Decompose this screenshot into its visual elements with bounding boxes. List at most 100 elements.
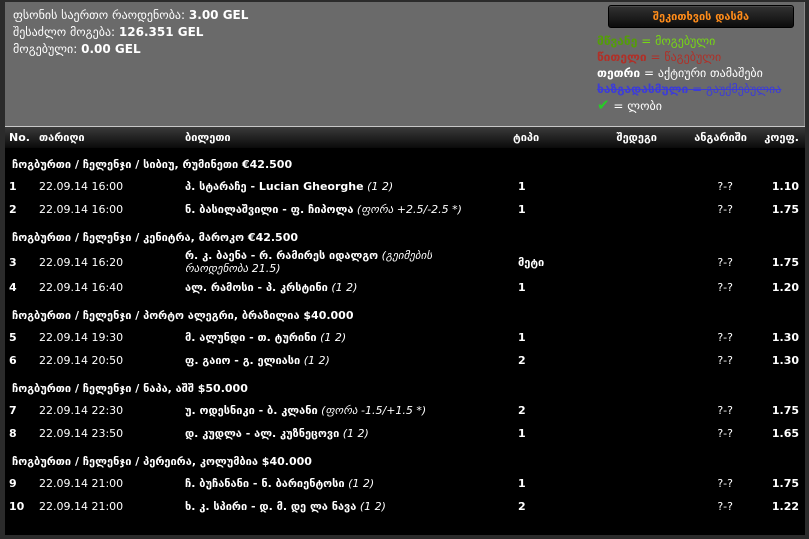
ticket-match: რ. კ. ბაენა - რ. რამირეს იდალგო bbox=[185, 249, 379, 262]
table-row: 9 22.09.14 21:00 ჩ. ბუჩანანი - ნ. ბარიენ… bbox=[5, 472, 805, 495]
ticket-match: ნ. ბასილაშვილი - ფ. ჩიპოლა bbox=[185, 203, 354, 216]
equals-sign: = bbox=[692, 82, 703, 96]
row-number: 8 bbox=[9, 427, 17, 440]
row-type: 1 bbox=[518, 427, 526, 440]
ticket-match: მ. ალუნდი - თ. ტურინი bbox=[185, 331, 317, 344]
ticket-bet: (1 2) bbox=[342, 427, 369, 440]
table-row: 1 22.09.14 16:00 პ. სტარაჩე - Lucian Ghe… bbox=[5, 175, 805, 198]
row-score: ?-? bbox=[717, 427, 733, 440]
header-no: No. bbox=[9, 131, 30, 144]
won-value: 0.00 GEL bbox=[81, 42, 141, 56]
row-coef: 1.20 bbox=[771, 281, 799, 294]
table-row: 10 22.09.14 21:00 ხ. კ. სპირი - დ. მ. დე… bbox=[5, 495, 805, 518]
row-number: 1 bbox=[9, 180, 17, 193]
row-score: ?-? bbox=[717, 255, 733, 269]
ticket-bet: (1 2) bbox=[348, 477, 375, 490]
legend-lost: წითელი = წაგებული bbox=[597, 50, 722, 64]
row-coef: 1.75 bbox=[771, 255, 799, 269]
row-type: 1 bbox=[518, 180, 526, 193]
row-ticket: რ. კ. ბაენა - რ. რამირეს იდალგო (გეიმები… bbox=[185, 249, 505, 275]
row-number: 2 bbox=[9, 203, 17, 216]
row-type: 2 bbox=[518, 354, 526, 367]
row-ticket: ნ. ბასილაშვილი - ფ. ჩიპოლა (ფორა +2.5/-2… bbox=[185, 203, 505, 216]
row-coef: 1.10 bbox=[771, 180, 799, 193]
table-row: 8 22.09.14 23:50 დ. კუდლა - ალ. კუზნეცოვ… bbox=[5, 422, 805, 445]
header-type: ტიპი bbox=[513, 131, 540, 144]
row-type: 2 bbox=[518, 500, 526, 513]
row-ticket: ალ. რამოსი - პ. კრსტინი (1 2) bbox=[185, 281, 505, 294]
ticket-bet: (1 2) bbox=[320, 331, 347, 344]
legend-lost-meaning: წაგებული bbox=[664, 50, 722, 64]
ticket-match: ჩ. ბუჩანანი - ნ. ბარიენტოსი bbox=[185, 477, 345, 490]
ticket-bet: (1 2) bbox=[331, 281, 358, 294]
row-date: 22.09.14 16:20 bbox=[39, 255, 124, 269]
row-ticket: დ. კუდლა - ალ. კუზნეცოვი (1 2) bbox=[185, 427, 505, 440]
row-score: ?-? bbox=[717, 354, 733, 367]
row-number: 5 bbox=[9, 331, 17, 344]
bet-table-body: ჩოგბურთი / ჩელენჯი / სიბიუ, რუმინეთი €42… bbox=[5, 148, 805, 518]
tournament-section-title: ჩოგბურთი / ჩელენჯი / სიბიუ, რუმინეთი €42… bbox=[12, 158, 293, 171]
row-number: 6 bbox=[9, 354, 17, 367]
row-score: ?-? bbox=[717, 500, 733, 513]
header-date: თარიღი bbox=[39, 131, 85, 144]
tournament-section-title: ჩოგბურთი / ჩელენჯი / კენიტრა, მაროკო €42… bbox=[12, 231, 299, 244]
row-number: 10 bbox=[9, 500, 25, 513]
row-date: 22.09.14 19:30 bbox=[39, 331, 124, 344]
ticket-match: ხ. კ. სპირი - დ. მ. დე ლა ნავა bbox=[185, 500, 357, 513]
row-date: 22.09.14 23:50 bbox=[39, 427, 124, 440]
row-coef: 1.75 bbox=[771, 203, 799, 216]
row-coef: 1.30 bbox=[771, 354, 799, 367]
legend-lobby: ✔ = ლობი bbox=[597, 97, 781, 114]
legend-active: თეთრი = აქტიური თამაშები bbox=[597, 66, 763, 80]
ticket-bet: (ფორა -1.5/+1.5 *) bbox=[321, 404, 427, 417]
ticket-bet: (ფორა +2.5/-2.5 *) bbox=[356, 203, 462, 216]
summary-panel: ფსონის საერთო რაოდენობა: 3.00 GEL შესაძლ… bbox=[5, 2, 805, 126]
header-result: შედეგი bbox=[616, 131, 657, 144]
row-number: 9 bbox=[9, 477, 17, 490]
status-legend: მწვანე = მოგებული წითელი = წაგებული თეთრ… bbox=[597, 33, 781, 114]
row-date: 22.09.14 16:00 bbox=[39, 203, 124, 216]
table-row: 4 22.09.14 16:40 ალ. რამოსი - პ. კრსტინი… bbox=[5, 276, 805, 299]
tournament-section-title: ჩოგბურთი / ჩელენჯი / პორტო ალეგრი, ბრაზი… bbox=[12, 309, 354, 322]
won-line: მოგებული: 0.00 GEL bbox=[13, 41, 248, 58]
row-ticket: ფ. გაიო - გ. ელიასი (1 2) bbox=[185, 354, 505, 367]
row-date: 22.09.14 20:50 bbox=[39, 354, 124, 367]
row-ticket: ჩ. ბუჩანანი - ნ. ბარიენტოსი (1 2) bbox=[185, 477, 505, 490]
equals-sign: = bbox=[644, 66, 655, 80]
row-ticket: უ. ოდესნიკი - ბ. კლანი (ფორა -1.5/+1.5 *… bbox=[185, 404, 505, 417]
bet-table-header: No. თარიღი ბილეთი ტიპი შედეგი ანგარიში კ… bbox=[5, 126, 805, 148]
possible-win-value: 126.351 GEL bbox=[118, 25, 204, 39]
possible-win-label: შესაძლო მოგება: bbox=[13, 25, 116, 39]
legend-active-meaning: აქტიური თამაშები bbox=[657, 66, 763, 80]
row-score: ?-? bbox=[717, 203, 733, 216]
row-type: 1 bbox=[518, 477, 526, 490]
row-number: 3 bbox=[9, 255, 17, 269]
table-row: 3 22.09.14 16:20 რ. კ. ბაენა - რ. რამირე… bbox=[5, 248, 805, 276]
row-coef: 1.30 bbox=[771, 331, 799, 344]
row-score: ?-? bbox=[717, 477, 733, 490]
ask-question-button[interactable]: შეკითხვის დასმა bbox=[608, 5, 794, 28]
row-ticket: პ. სტარაჩე - Lucian Gheorghe (1 2) bbox=[185, 180, 505, 193]
row-score: ?-? bbox=[717, 331, 733, 344]
row-coef: 1.65 bbox=[771, 427, 799, 440]
ticket-bet: (1 2) bbox=[359, 500, 386, 513]
row-type: 2 bbox=[518, 404, 526, 417]
legend-won: მწვანე = მოგებული bbox=[597, 34, 716, 48]
possible-win-line: შესაძლო მოგება: 126.351 GEL bbox=[13, 24, 248, 41]
won-label: მოგებული: bbox=[13, 42, 78, 56]
row-coef: 1.75 bbox=[771, 477, 799, 490]
ticket-match: პ. სტარაჩე - Lucian Gheorghe bbox=[185, 180, 364, 193]
ticket-match: ალ. რამოსი - პ. კრსტინი bbox=[185, 281, 328, 294]
legend-won-meaning: მოგებული bbox=[655, 34, 716, 48]
row-type: 1 bbox=[518, 331, 526, 344]
row-coef: 1.75 bbox=[771, 404, 799, 417]
legend-lobby-meaning: ლობი bbox=[627, 99, 662, 113]
row-coef: 1.22 bbox=[771, 500, 799, 513]
ticket-bet: (1 2) bbox=[303, 354, 330, 367]
bet-summary: ფსონის საერთო რაოდენობა: 3.00 GEL შესაძლ… bbox=[13, 7, 248, 58]
total-stake-value: 3.00 GEL bbox=[188, 8, 249, 22]
row-date: 22.09.14 21:00 bbox=[39, 500, 124, 513]
table-row: 7 22.09.14 22:30 უ. ოდესნიკი - ბ. კლანი … bbox=[5, 399, 805, 422]
equals-sign: = bbox=[650, 50, 661, 64]
check-icon: ✔ bbox=[597, 96, 610, 114]
